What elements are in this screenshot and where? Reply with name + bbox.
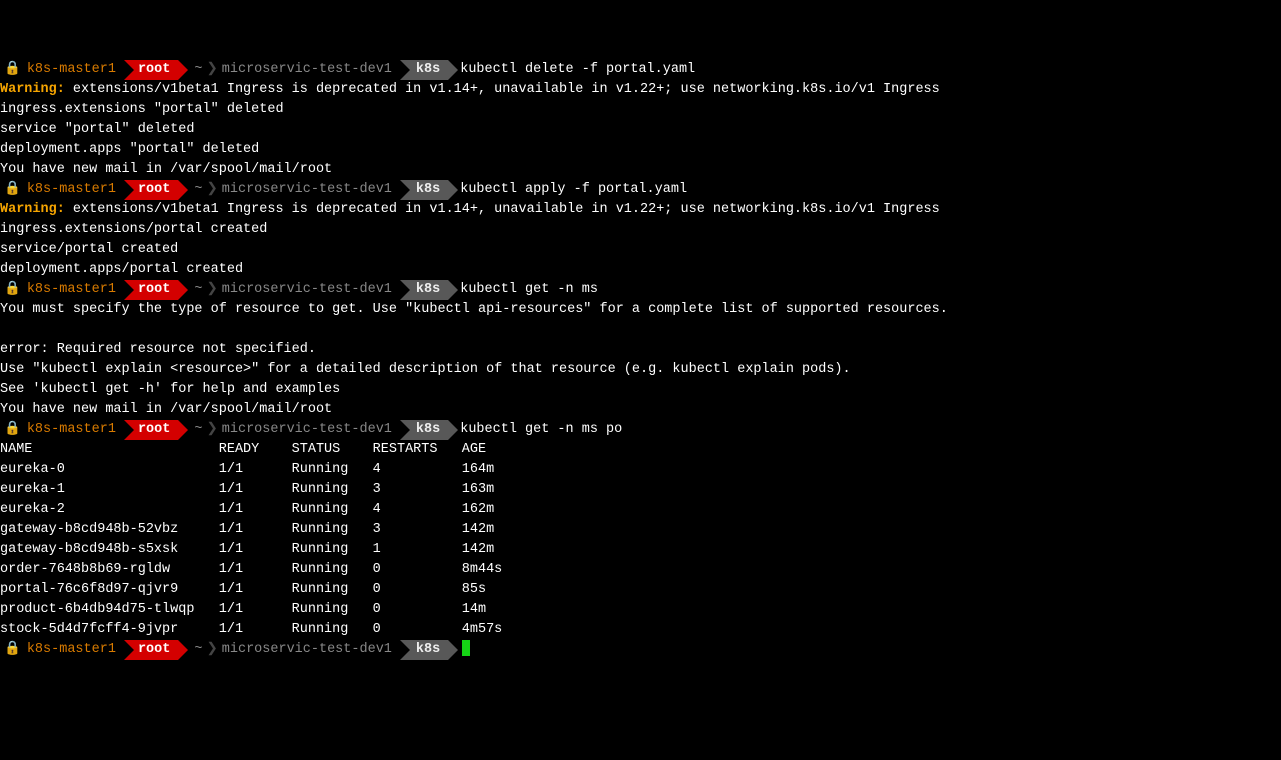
output-line: You have new mail in /var/spool/mail/roo… xyxy=(0,400,1281,420)
output-line: You must specify the type of resource to… xyxy=(0,300,1281,320)
output-line: You have new mail in /var/spool/mail/roo… xyxy=(0,160,1281,180)
command-input[interactable]: kubectl apply -f portal.yaml xyxy=(458,182,687,197)
prompt-host: k8s-master1 xyxy=(27,180,116,200)
lock-icon: 🔒 xyxy=(4,420,21,440)
lock-icon: 🔒 xyxy=(4,280,21,300)
table-row: order-7648b8b69-rgldw 1/1 Running 0 8m44… xyxy=(0,560,1281,580)
prompt-path: microservic-test-dev1 xyxy=(222,180,392,200)
prompt-user: root xyxy=(138,180,170,200)
table-row: gateway-b8cd948b-s5xsk 1/1 Running 1 142… xyxy=(0,540,1281,560)
cursor xyxy=(462,640,470,656)
prompt-subdir: k8s xyxy=(416,280,440,300)
output-line: error: Required resource not specified. xyxy=(0,340,1281,360)
prompt-path: microservic-test-dev1 xyxy=(222,280,392,300)
prompt-host: k8s-master1 xyxy=(27,640,116,660)
shell-prompt: 🔒k8s-master1root~❯microservic-test-dev1k… xyxy=(0,60,458,80)
shell-prompt: 🔒k8s-master1root~❯microservic-test-dev1k… xyxy=(0,180,458,200)
lock-icon: 🔒 xyxy=(4,180,21,200)
command-input[interactable]: kubectl get -n ms po xyxy=(458,422,622,437)
warning-text: extensions/v1beta1 Ingress is deprecated… xyxy=(65,202,940,217)
output-line: ingress.extensions/portal created xyxy=(0,220,1281,240)
shell-prompt: 🔒k8s-master1root~❯microservic-test-dev1k… xyxy=(0,420,458,440)
prompt-user: root xyxy=(138,640,170,660)
prompt-home: ~ xyxy=(194,420,202,440)
warning-label: Warning: xyxy=(0,202,65,217)
shell-prompt: 🔒k8s-master1root~❯microservic-test-dev1k… xyxy=(0,280,458,300)
output-line: deployment.apps "portal" deleted xyxy=(0,140,1281,160)
output-line: service "portal" deleted xyxy=(0,120,1281,140)
warning-label: Warning: xyxy=(0,82,65,97)
output-line: Use "kubectl explain <resource>" for a d… xyxy=(0,360,1281,380)
table-header: NAME READY STATUS RESTARTS AGE xyxy=(0,440,1281,460)
prompt-subdir: k8s xyxy=(416,420,440,440)
command-input[interactable] xyxy=(458,642,460,657)
prompt-user: root xyxy=(138,420,170,440)
table-row: portal-76c6f8d97-qjvr9 1/1 Running 0 85s xyxy=(0,580,1281,600)
prompt-home: ~ xyxy=(194,60,202,80)
warning-text: extensions/v1beta1 Ingress is deprecated… xyxy=(65,82,940,97)
output-line: See 'kubectl get -h' for help and exampl… xyxy=(0,380,1281,400)
output-line: deployment.apps/portal created xyxy=(0,260,1281,280)
prompt-host: k8s-master1 xyxy=(27,420,116,440)
output-line: ingress.extensions "portal" deleted xyxy=(0,100,1281,120)
table-row: eureka-1 1/1 Running 3 163m xyxy=(0,480,1281,500)
command-input[interactable]: kubectl delete -f portal.yaml xyxy=(458,62,695,77)
lock-icon: 🔒 xyxy=(4,60,21,80)
lock-icon: 🔒 xyxy=(4,640,21,660)
output-line xyxy=(0,320,1281,340)
prompt-user: root xyxy=(138,60,170,80)
output-line: service/portal created xyxy=(0,240,1281,260)
prompt-subdir: k8s xyxy=(416,180,440,200)
shell-prompt: 🔒k8s-master1root~❯microservic-test-dev1k… xyxy=(0,640,458,660)
table-row: product-6b4db94d75-tlwqp 1/1 Running 0 1… xyxy=(0,600,1281,620)
prompt-path: microservic-test-dev1 xyxy=(222,420,392,440)
prompt-host: k8s-master1 xyxy=(27,60,116,80)
table-row: eureka-0 1/1 Running 4 164m xyxy=(0,460,1281,480)
prompt-home: ~ xyxy=(194,280,202,300)
prompt-home: ~ xyxy=(194,180,202,200)
prompt-subdir: k8s xyxy=(416,640,440,660)
table-row: gateway-b8cd948b-52vbz 1/1 Running 3 142… xyxy=(0,520,1281,540)
command-input[interactable]: kubectl get -n ms xyxy=(458,282,598,297)
prompt-home: ~ xyxy=(194,640,202,660)
prompt-path: microservic-test-dev1 xyxy=(222,60,392,80)
prompt-user: root xyxy=(138,280,170,300)
table-row: eureka-2 1/1 Running 4 162m xyxy=(0,500,1281,520)
table-row: stock-5d4d7fcff4-9jvpr 1/1 Running 0 4m5… xyxy=(0,620,1281,640)
prompt-subdir: k8s xyxy=(416,60,440,80)
prompt-host: k8s-master1 xyxy=(27,280,116,300)
prompt-path: microservic-test-dev1 xyxy=(222,640,392,660)
